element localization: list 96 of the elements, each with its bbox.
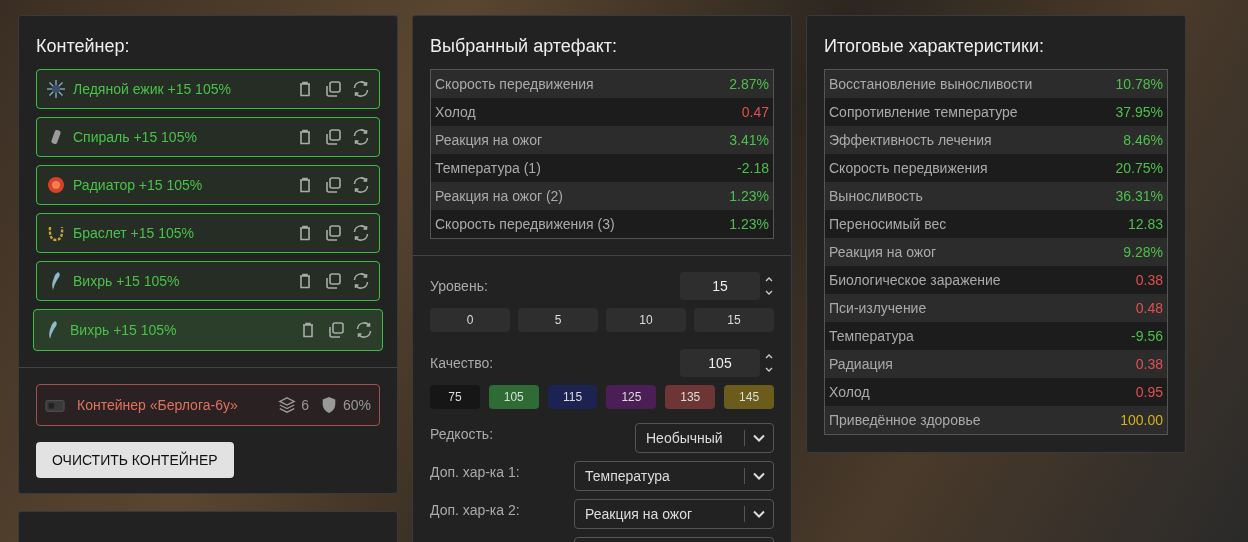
copy-icon[interactable] [323, 223, 343, 243]
stat-name: Температура [829, 328, 914, 344]
stat-name: Скорость передвижения (3) [435, 216, 615, 232]
field-label: Доп. хар-ка 1: [430, 464, 520, 480]
chevron-icon [753, 472, 765, 480]
stat-name: Восстановление выносливости [829, 76, 1033, 92]
stat-value: 0.47 [741, 104, 769, 120]
artifact-label: Вихрь +15 105% [73, 273, 181, 289]
panel-title: Итоговые характеристики: [823, 35, 1045, 58]
stat-value: 37.95% [1115, 104, 1163, 120]
artifact-item[interactable]: Спираль +15 105% [36, 117, 380, 157]
chevron-icon [753, 434, 765, 442]
stat-value: 2.87% [729, 76, 769, 92]
stat-value: 100.00 [1120, 412, 1163, 428]
sphere-icon [46, 175, 66, 195]
stat-value: 0.95 [1135, 384, 1163, 400]
stat-value: -9.56 [1131, 328, 1163, 344]
artifact-label: Браслет +15 105% [73, 225, 195, 241]
artifact-item[interactable]: Ледяной ежик +15 105% [36, 69, 380, 109]
refresh-icon[interactable] [351, 223, 371, 243]
stat-name: Холод [435, 104, 476, 120]
copy-icon[interactable] [323, 175, 343, 195]
quality-preset-button[interactable]: 105 [488, 385, 539, 409]
stat-name: Холод [829, 384, 870, 400]
container-name: Контейнер «Берлога-6у» [77, 397, 239, 413]
slot-count: 6 [301, 397, 309, 413]
dropdown[interactable]: Реакция на ожог [574, 499, 774, 529]
artifact-label: Радиатор +15 105% [73, 177, 204, 193]
stat-name: Эффективность лечения [829, 132, 992, 148]
protection-value: 60% [342, 397, 371, 413]
layers-icon [278, 396, 297, 414]
stat-value: 0.38 [1135, 272, 1163, 288]
stat-name: Температура (1) [435, 160, 541, 176]
field-label: Качество: [430, 355, 494, 371]
panel-title: Выбранный артефакт: [429, 35, 618, 58]
copy-icon[interactable] [323, 127, 343, 147]
copy-icon[interactable] [323, 271, 343, 291]
level-preset-button[interactable]: 10 [606, 308, 686, 332]
stat-value: -2.18 [737, 160, 769, 176]
artifact-item[interactable]: Вихрь +15 105% [36, 261, 380, 301]
stat-value: 3.41% [729, 132, 769, 148]
clear-container-button[interactable]: ОЧИСТИТЬ КОНТЕЙНЕР [36, 442, 234, 478]
panel-title: Контейнер: [35, 35, 131, 58]
stat-name: Выносливость [829, 188, 923, 204]
level-preset-button[interactable]: 0 [430, 308, 510, 332]
dropdown[interactable]: Необычный [635, 423, 774, 453]
stat-value: 1.23% [729, 188, 769, 204]
stat-name: Скорость передвижения [435, 76, 594, 92]
artifact-label: Ледяной ежик +15 105% [73, 81, 232, 97]
stat-name: Биологическое заражение [829, 272, 1001, 288]
stat-value: 10.78% [1115, 76, 1163, 92]
refresh-icon[interactable] [351, 271, 371, 291]
stat-name: Переносимый вес [829, 216, 947, 232]
stat-name: Пси-излучение [829, 300, 927, 316]
copy-icon[interactable] [326, 320, 346, 340]
stat-value: 20.75% [1115, 160, 1163, 176]
stat-name: Реакция на ожог [435, 132, 543, 148]
quality-preset-button[interactable]: 135 [665, 385, 716, 409]
quality-preset-button[interactable]: 115 [547, 385, 598, 409]
refresh-icon[interactable] [351, 79, 371, 99]
stat-value: 0.38 [1135, 356, 1163, 372]
artifact-item[interactable]: Вихрь +15 105% [33, 309, 383, 351]
artifact-label: Спираль +15 105% [73, 129, 198, 145]
level-field[interactable]: 15 [680, 272, 760, 300]
field-label: Редкость: [430, 426, 494, 442]
field-label: Доп. хар-ка 2: [430, 502, 520, 518]
field-label: Уровень: [430, 278, 488, 294]
stat-name: Сопротивление температуре [829, 104, 1018, 120]
stat-name: Радиация [829, 356, 893, 372]
refresh-icon[interactable] [351, 175, 371, 195]
level-preset-button[interactable]: 15 [694, 308, 774, 332]
chevron-icon [753, 510, 765, 518]
stat-value: 1.23% [729, 216, 769, 232]
level-preset-button[interactable]: 5 [518, 308, 598, 332]
stat-name: Реакция на ожог [829, 244, 937, 260]
refresh-icon[interactable] [354, 320, 374, 340]
container-item[interactable]: Контейнер «Берлога-6у» 6 60% [36, 384, 380, 426]
artifact-item[interactable]: Браслет +15 105% [36, 213, 380, 253]
artifact-item[interactable]: Радиатор +15 105% [36, 165, 380, 205]
refresh-icon[interactable] [351, 127, 371, 147]
spiky-ball-icon [46, 79, 66, 99]
quality-preset-button[interactable]: 75 [430, 385, 480, 409]
stat-value: 0.48 [1135, 300, 1163, 316]
stat-value: 36.31% [1115, 188, 1163, 204]
artifact-label: Вихрь +15 105% [70, 322, 178, 338]
stat-name: Реакция на ожог (2) [435, 188, 564, 204]
stat-value: 9.28% [1123, 244, 1163, 260]
quality-preset-button[interactable]: 125 [606, 385, 657, 409]
copy-icon[interactable] [323, 79, 343, 99]
quality-preset-button[interactable]: 145 [724, 385, 774, 409]
quality-field[interactable]: 105 [680, 349, 760, 377]
stat-value: 8.46% [1123, 132, 1163, 148]
stat-name: Скорость передвижения [829, 160, 988, 176]
stat-name: Приведённое здоровье [829, 412, 981, 428]
stat-value: 12.83 [1127, 216, 1163, 232]
dropdown[interactable]: Температура [574, 461, 774, 491]
